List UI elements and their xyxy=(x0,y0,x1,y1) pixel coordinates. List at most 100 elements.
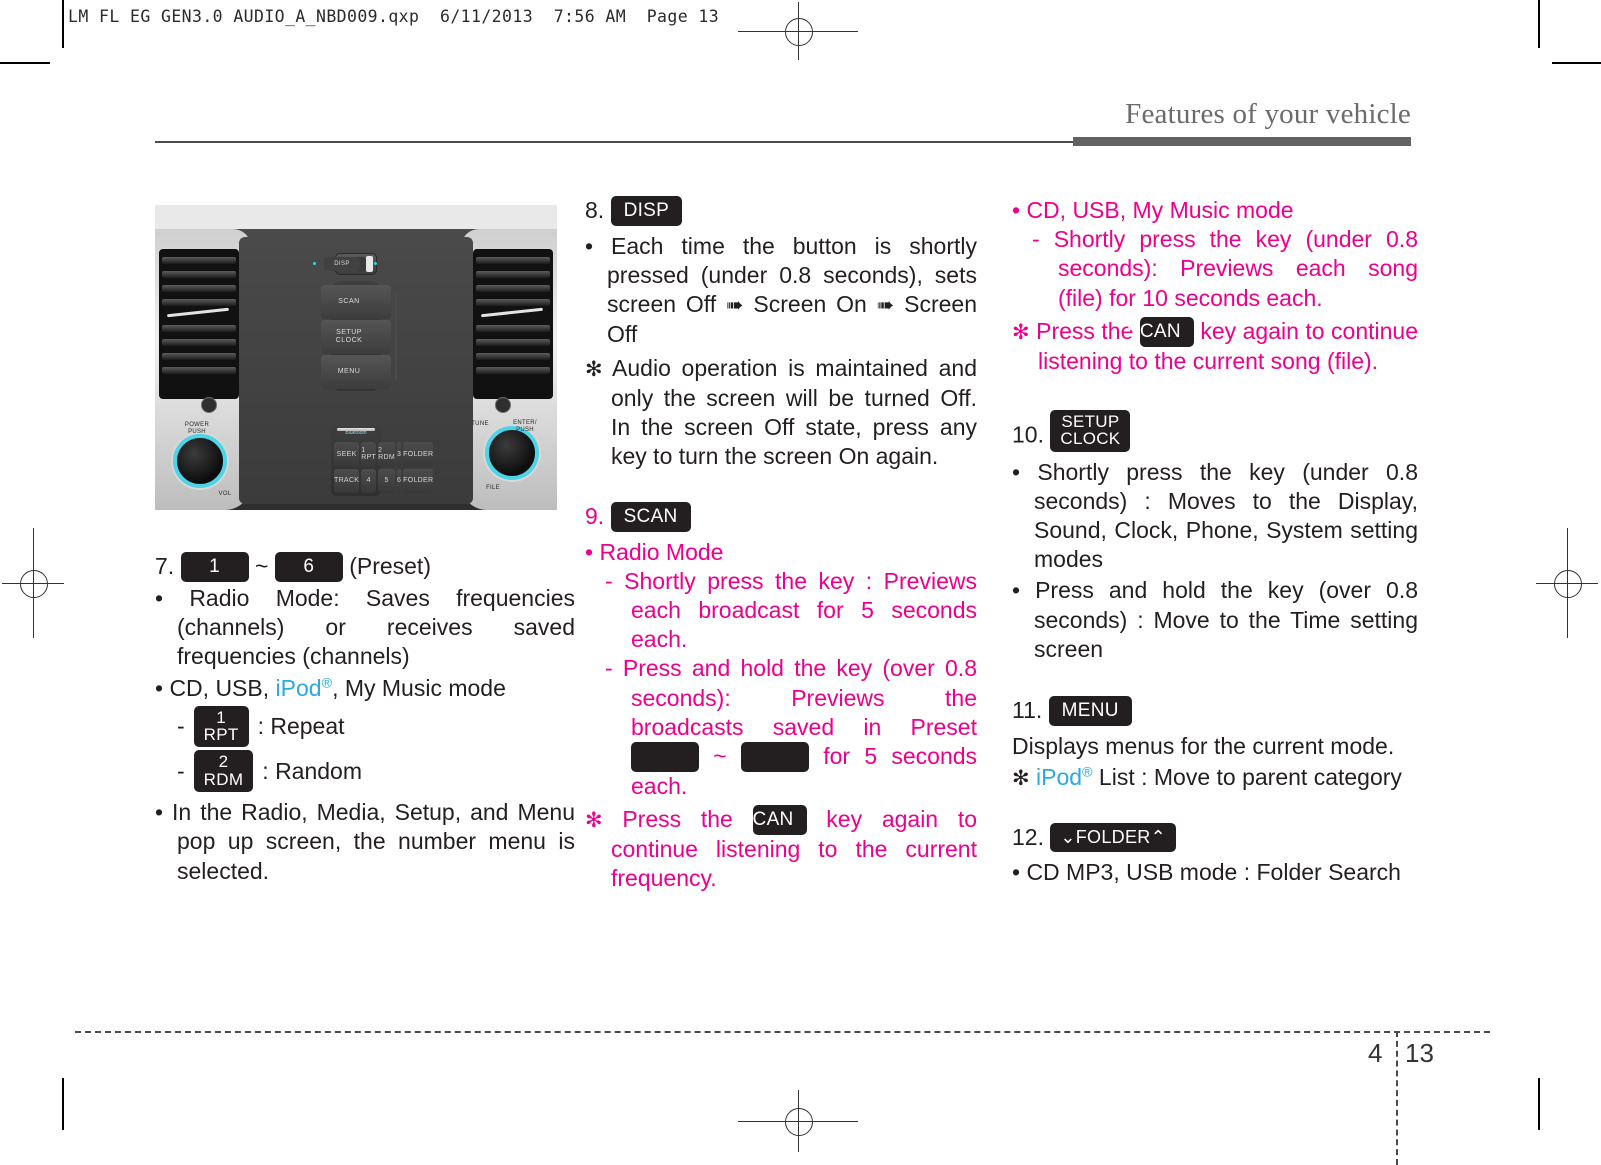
item-9-dash-1: - Shortly press the key : Previews each … xyxy=(605,567,977,653)
cd-slot: DISP xyxy=(313,253,377,275)
chevron-down-icon: ⌄ xyxy=(1060,826,1076,847)
preset-6-chip[interactable]: 6 xyxy=(731,741,809,772)
item-9-heading: 9. SCAN xyxy=(585,501,977,532)
random-label: : Random xyxy=(262,757,363,784)
tilde-separator: ~ xyxy=(254,553,269,579)
ipod-registered-mark: ® xyxy=(321,674,333,691)
figure-key-3: 3 xyxy=(396,442,402,467)
item-7-number: 7. xyxy=(155,553,175,579)
column-left: 7. 1 ~ 6 (Preset) • Radio Mode: Saves fr… xyxy=(155,552,575,886)
column-middle: 8. DISP • Each time the button is shortl… xyxy=(585,196,977,894)
file-label: FILE xyxy=(486,485,500,492)
crop-mark-top-right-v xyxy=(1538,0,1540,48)
item-11-number: 11. xyxy=(1012,697,1043,724)
figure-key-track: TRACK xyxy=(334,468,360,493)
my-music-suffix: , My Music mode xyxy=(332,674,506,701)
crop-mark-bottom-right-v xyxy=(1538,1078,1540,1130)
cd-usb-prefix: • CD, USB, xyxy=(155,674,276,701)
item-8-bullet-1: • Each time the button is shortly presse… xyxy=(585,233,977,348)
figure-key-folder-up: FOLDER xyxy=(403,442,434,467)
registration-mark-right xyxy=(1536,528,1598,638)
figure-key-5: 5 xyxy=(378,468,395,493)
chapter-number: 4 xyxy=(1368,1038,1383,1068)
setup-clock-chip[interactable]: SETUP CLOCK xyxy=(1050,410,1131,452)
bluetooth-caption: Bluetooth xyxy=(331,426,381,440)
repeat-label: : Repeat xyxy=(257,713,345,740)
scan-chip[interactable]: SCAN xyxy=(1127,316,1194,347)
figure-power-volume-knob xyxy=(173,434,227,488)
figure-disp-button: DISP xyxy=(324,257,360,271)
item-11-text: Displays menus for the current mode. xyxy=(1012,733,1395,760)
air-vent-right-icon xyxy=(473,249,553,399)
ipod-registered-mark: ® xyxy=(1082,764,1093,781)
item-8-heading: 8. DISP xyxy=(585,196,977,226)
item-8-note: ✻ Audio operation is maintained and only… xyxy=(585,355,978,470)
item-9-note: ✻ Press the SCAN key again to continue l… xyxy=(585,805,978,892)
figure-menu-button: MENU xyxy=(321,355,377,389)
defrost-button-right-icon xyxy=(495,397,511,413)
audio-faceplate: DISP RADIO MEDIA PHONE SCAN SETUPCLOCK M… xyxy=(239,237,473,504)
crop-mark-bottom-left-v xyxy=(62,1078,64,1130)
item-7-heading: 7. 1 ~ 6 (Preset) xyxy=(155,552,575,582)
asterisk-icon: ✻ xyxy=(585,809,603,833)
figure-key-6: 6 xyxy=(396,468,402,493)
item-10-heading: 10. SETUP CLOCK xyxy=(1012,410,1418,452)
footer-divider xyxy=(75,1031,1490,1033)
preset-1-chip[interactable]: 1 xyxy=(621,741,699,772)
scan-chip[interactable]: SCAN xyxy=(610,501,691,532)
disp-chip[interactable]: DISP xyxy=(610,196,683,226)
figure-scan-button: SCAN xyxy=(321,285,377,319)
volume-label: VOL xyxy=(218,491,232,498)
item-10-bullet-1: • Shortly press the key (under 0.8 secon… xyxy=(1012,458,1418,573)
crop-mark-top-left-h xyxy=(0,62,50,64)
chevron-up-icon: ⌃ xyxy=(1150,826,1166,847)
power-knob-label: POWER PUSH xyxy=(184,422,210,436)
item-11-note: ✻ iPod® List : Move to parent category xyxy=(1012,764,1402,791)
display-block: RADIO MEDIA PHONE SCAN SETUPCLOCK MENU xyxy=(321,281,397,391)
item-8-number: 8. xyxy=(585,197,605,223)
preset-6-chip[interactable]: 6 xyxy=(274,552,343,582)
item-9b-dash-1: - Shortly press the key (under 0.8 secon… xyxy=(1032,226,1418,311)
folder-chip[interactable]: ⌄FOLDER⌃ xyxy=(1050,822,1176,852)
figure-setup-clock-button: SETUP CLOCK xyxy=(321,320,377,354)
asterisk-icon: ✻ xyxy=(1012,767,1030,791)
item-9-number: 9. xyxy=(585,502,605,529)
title-rule-thin xyxy=(155,141,1073,143)
title-rule-thick xyxy=(1073,137,1411,146)
item-7-bullet-2: • CD, USB, iPod®, My Music mode xyxy=(155,674,575,703)
rdm-chip[interactable]: 2 RDM xyxy=(193,750,254,793)
preset-key-row: Bluetooth SEEK 1 RPT 2 RDM 3 FOLDER TRAC… xyxy=(331,426,434,496)
item-7-sub-repeat: - 1 RPT : Repeat xyxy=(177,705,575,748)
item-9b-bullet-1: • CD, USB, My Music mode xyxy=(1012,197,1294,223)
figure-lcd-screen xyxy=(395,291,397,381)
figure-key-2-rdm: 2 RDM xyxy=(378,442,395,467)
column-right: • CD, USB, My Music mode - Shortly press… xyxy=(1012,196,1418,887)
page-title: Features of your vehicle xyxy=(1125,98,1411,130)
scan-chip[interactable]: SCAN xyxy=(740,805,807,836)
item-12-heading: 12. ⌄FOLDER⌃ xyxy=(1012,822,1418,852)
preset-1-chip[interactable]: 1 xyxy=(180,552,249,582)
registration-mark-top xyxy=(738,2,858,60)
asterisk-icon: ✻ xyxy=(585,358,603,382)
item-12-number: 12. xyxy=(1012,823,1044,850)
rpt-chip[interactable]: 1 RPT xyxy=(193,705,249,748)
menu-chip[interactable]: MENU xyxy=(1048,696,1132,727)
crop-mark-top-right-h xyxy=(1552,62,1601,64)
defrost-button-left-icon xyxy=(201,397,217,413)
item-10-bullet-2: • Press and hold the key (over 0.8 secon… xyxy=(1012,577,1418,662)
page-number: 13 xyxy=(1405,1038,1434,1068)
item-9-dash-2: - Press and hold the key (over 0.8 secon… xyxy=(605,655,978,799)
arrow-icon: ➠ xyxy=(725,294,744,318)
figure-key-folder-down: FOLDER xyxy=(403,468,434,493)
item-9-bullet-1: • Radio Mode xyxy=(585,538,724,565)
figure-key-4: 4 xyxy=(361,468,377,493)
item-12-bullet-1: • CD MP3, USB mode : Folder Search xyxy=(1012,858,1401,885)
registration-mark-bottom xyxy=(738,1090,858,1152)
asterisk-icon: ✻ xyxy=(1012,320,1030,344)
ipod-label: iPod xyxy=(275,674,322,701)
figure-key-seek: SEEK xyxy=(334,442,360,467)
item-10-number: 10. xyxy=(1012,421,1044,448)
dash-marker: - xyxy=(177,757,185,784)
item-7-sub-random: - 2 RDM : Random xyxy=(177,750,575,793)
manual-page: LM FL EG GEN3.0 AUDIO_A_NBD009.qxp 6/11/… xyxy=(0,0,1601,1165)
